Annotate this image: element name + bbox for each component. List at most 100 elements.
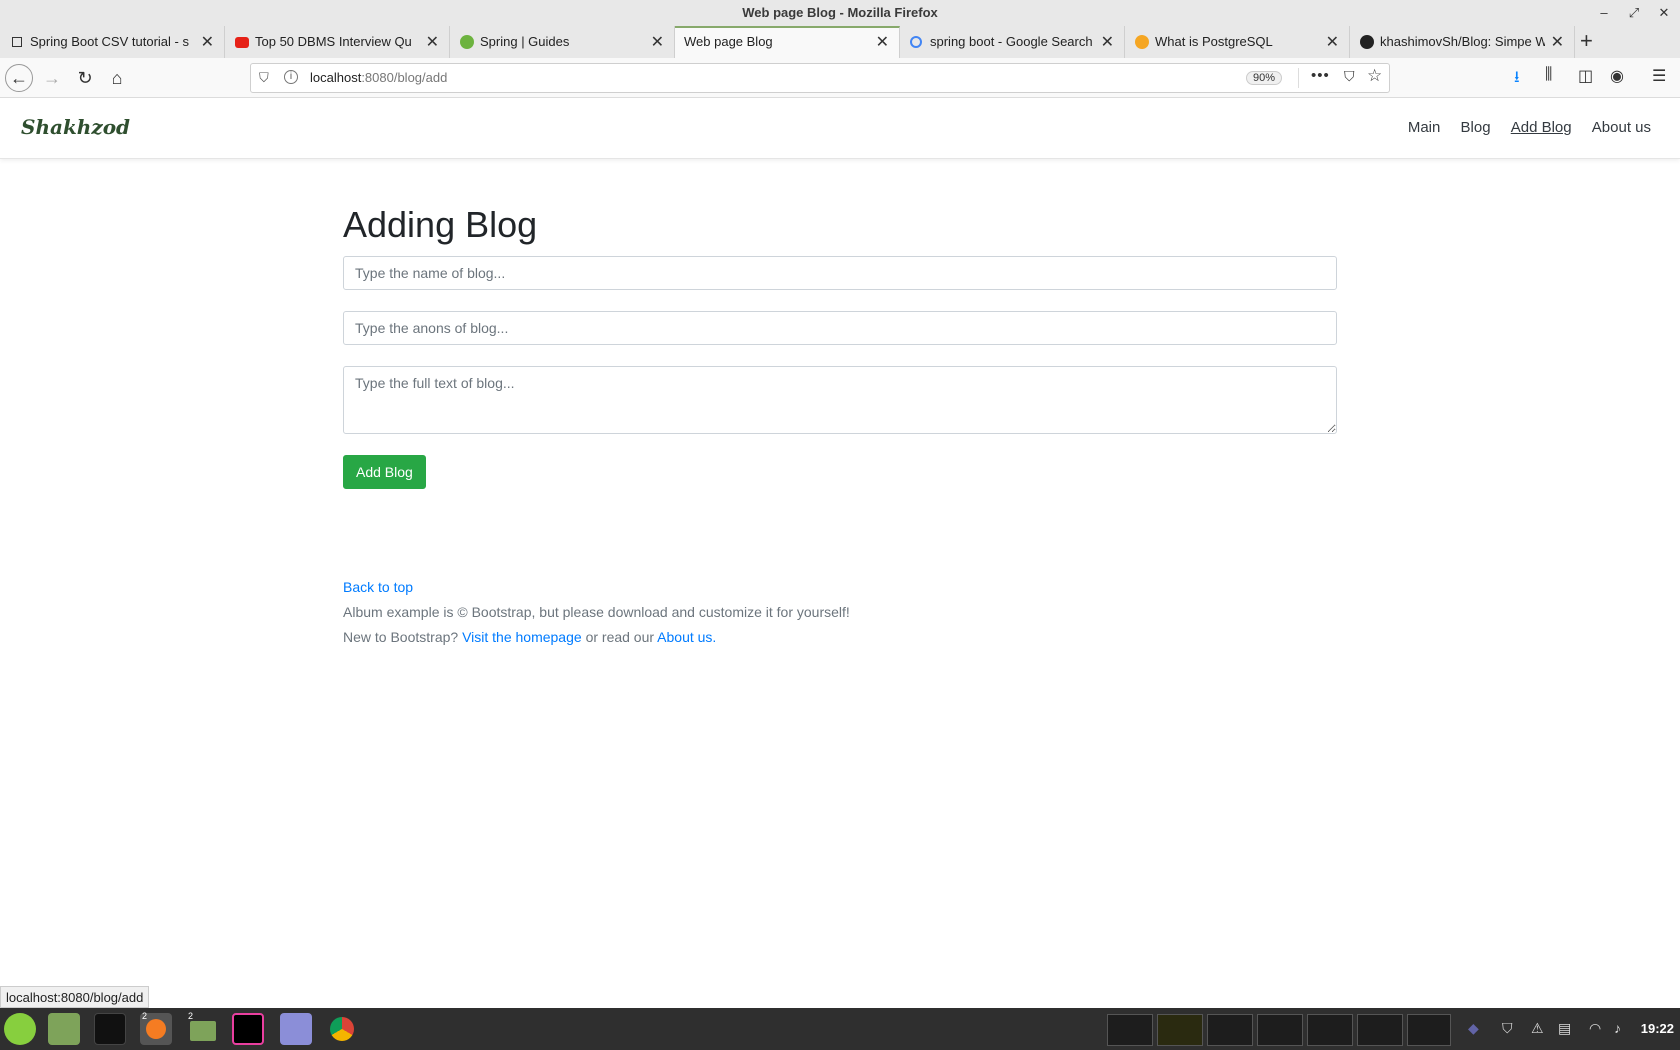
- close-tab-icon[interactable]: ✕: [1101, 32, 1114, 52]
- firefox-icon: [1135, 35, 1149, 49]
- text-editor-icon[interactable]: [280, 1013, 312, 1045]
- link-status-bar: localhost:8080/blog/add: [0, 986, 150, 1008]
- github-icon: [1360, 35, 1374, 49]
- nav-add-blog[interactable]: Add Blog: [1511, 119, 1572, 136]
- new-tab-icon[interactable]: +: [1580, 28, 1593, 54]
- browser-toolbar: ← → ↻ ⌂ ⛉ i localhost:8080/blog/add 90% …: [0, 58, 1680, 98]
- network-graph-2: [1257, 1014, 1303, 1046]
- disk-graph-2: [1357, 1014, 1403, 1046]
- tab-dbms-youtube[interactable]: Top 50 DBMS Interview Qu ✕: [225, 26, 450, 58]
- files-taskbar-icon[interactable]: 2: [186, 1011, 218, 1045]
- warning-icon[interactable]: ⚠: [1531, 1020, 1544, 1037]
- tab-web-page-blog[interactable]: Web page Blog ✕: [675, 26, 900, 58]
- close-tab-icon[interactable]: ✕: [1326, 32, 1339, 52]
- tab-label: Spring Boot CSV tutorial - s: [30, 34, 189, 49]
- url-text[interactable]: localhost:8080/blog/add: [310, 70, 447, 85]
- nav-main[interactable]: Main: [1408, 119, 1441, 136]
- close-tab-icon[interactable]: ✕: [876, 32, 889, 52]
- close-window-icon[interactable]: ✕: [1654, 3, 1674, 23]
- url-path: :8080/blog/add: [361, 70, 448, 85]
- footer-middle: or read our: [585, 629, 655, 645]
- window-titlebar: Web page Blog - Mozilla Firefox – ⤢ ✕: [0, 0, 1680, 26]
- network-graph: [1207, 1014, 1253, 1046]
- site-brand[interactable]: Shakhzod: [21, 115, 130, 139]
- swap-graph: [1407, 1014, 1451, 1046]
- tab-label: khashimovSh/Blog: Simpe W: [1380, 34, 1545, 49]
- site-nav: Main Blog Add Blog About us: [1392, 119, 1651, 136]
- folder-icon: [190, 1021, 216, 1041]
- minimize-icon[interactable]: –: [1594, 3, 1614, 23]
- memory-graph: [1157, 1014, 1203, 1046]
- keyboard-layout-icon[interactable]: ▤: [1558, 1020, 1571, 1037]
- reload-icon[interactable]: ↻: [71, 64, 99, 92]
- terminal-icon[interactable]: [94, 1013, 126, 1045]
- teams-icon[interactable]: ◆: [1468, 1020, 1479, 1037]
- disk-graph: [1307, 1014, 1353, 1046]
- page-footer: Back to top Album example is © Bootstrap…: [343, 575, 850, 650]
- chrome-taskbar-icon[interactable]: [326, 1013, 358, 1045]
- bookmark-star-icon[interactable]: ☆: [1367, 66, 1382, 86]
- close-tab-icon[interactable]: ✕: [201, 32, 214, 52]
- volume-icon[interactable]: ♪: [1614, 1020, 1621, 1036]
- tab-github[interactable]: khashimovSh/Blog: Simpe W ✕: [1350, 26, 1575, 58]
- library-icon[interactable]: ⫼: [1545, 66, 1552, 84]
- tab-label: Top 50 DBMS Interview Qu: [255, 34, 412, 49]
- os-taskbar: 2 2 ◆ ⛉ ⚠ ▤ ◠ ♪ 19:22: [0, 1008, 1680, 1050]
- menu-icon[interactable]: ☰: [1652, 66, 1666, 86]
- site-header: Shakhzod Main Blog Add Blog About us: [0, 98, 1680, 159]
- account-icon[interactable]: ◉: [1610, 66, 1624, 86]
- mint-menu-icon[interactable]: [4, 1013, 36, 1045]
- back-icon[interactable]: ←: [5, 64, 33, 92]
- urlbar-divider: [1298, 68, 1299, 88]
- nav-about-us[interactable]: About us: [1592, 119, 1651, 136]
- footer-prefix: New to Bootstrap?: [343, 629, 459, 645]
- cpu-graph: [1107, 1014, 1153, 1046]
- more-actions-icon[interactable]: •••: [1311, 67, 1330, 84]
- window-count-badge: 2: [142, 1011, 148, 1021]
- url-host: localhost: [310, 70, 362, 85]
- clock[interactable]: 19:22: [1641, 1021, 1674, 1036]
- blog-fulltext-textarea[interactable]: [343, 366, 1337, 435]
- window-count-badge: 2: [188, 1011, 194, 1021]
- tab-label: Web page Blog: [684, 34, 773, 49]
- tab-postgresql[interactable]: What is PostgreSQL ✕: [1125, 26, 1350, 58]
- wifi-icon[interactable]: ◠: [1589, 1020, 1601, 1037]
- zoom-level[interactable]: 90%: [1246, 71, 1283, 85]
- close-tab-icon[interactable]: ✕: [651, 32, 664, 52]
- forward-icon[interactable]: →: [38, 64, 66, 92]
- close-tab-icon[interactable]: ✕: [426, 32, 439, 52]
- close-tab-icon[interactable]: ✕: [1551, 32, 1564, 52]
- homepage-link[interactable]: Visit the homepage: [462, 629, 582, 645]
- home-icon[interactable]: ⌂: [103, 64, 131, 92]
- tab-label: What is PostgreSQL: [1155, 34, 1273, 49]
- blog-name-input[interactable]: [343, 256, 1337, 291]
- downloads-icon[interactable]: ⭳: [1514, 66, 1520, 93]
- tab-strip: Spring Boot CSV tutorial - s ✕ Top 50 DB…: [0, 26, 1680, 58]
- add-blog-button[interactable]: Add Blog: [343, 455, 426, 490]
- address-bar[interactable]: ⛉ i localhost:8080/blog/add 90% ••• ⛉ ☆: [250, 63, 1390, 93]
- tab-google-search[interactable]: spring boot - Google Search ✕: [900, 26, 1125, 58]
- maximize-icon[interactable]: ⤢: [1624, 3, 1644, 23]
- back-to-top-link[interactable]: Back to top: [343, 579, 413, 595]
- page-content: Shakhzod Main Blog Add Blog About us Add…: [0, 98, 1680, 1008]
- youtube-icon: [235, 37, 249, 48]
- about-us-link[interactable]: About us.: [657, 629, 716, 645]
- google-icon: [910, 36, 922, 48]
- tab-label: spring boot - Google Search: [930, 34, 1093, 49]
- tab-label: Spring | Guides: [480, 34, 570, 49]
- intellij-icon[interactable]: [232, 1013, 264, 1045]
- blog-anons-input[interactable]: [343, 311, 1337, 346]
- page-title: Adding Blog: [343, 204, 538, 245]
- tab-spring-guides[interactable]: Spring | Guides ✕: [450, 26, 675, 58]
- sidebar-icon[interactable]: ◫: [1578, 66, 1593, 86]
- firefox-taskbar-icon[interactable]: 2: [140, 1011, 172, 1045]
- info-icon[interactable]: i: [284, 70, 298, 84]
- shield-icon[interactable]: ⛉: [259, 70, 269, 86]
- tab-spring-csv[interactable]: Spring Boot CSV tutorial - s ✕: [0, 26, 225, 58]
- shield-tray-icon[interactable]: ⛉: [1502, 1020, 1513, 1037]
- spring-icon: [460, 35, 474, 49]
- nav-blog[interactable]: Blog: [1461, 119, 1491, 136]
- show-desktop-icon[interactable]: [48, 1013, 80, 1045]
- add-blog-form: Adding Blog Add Blog: [343, 203, 1337, 490]
- pocket-icon[interactable]: ⛉: [1344, 68, 1355, 85]
